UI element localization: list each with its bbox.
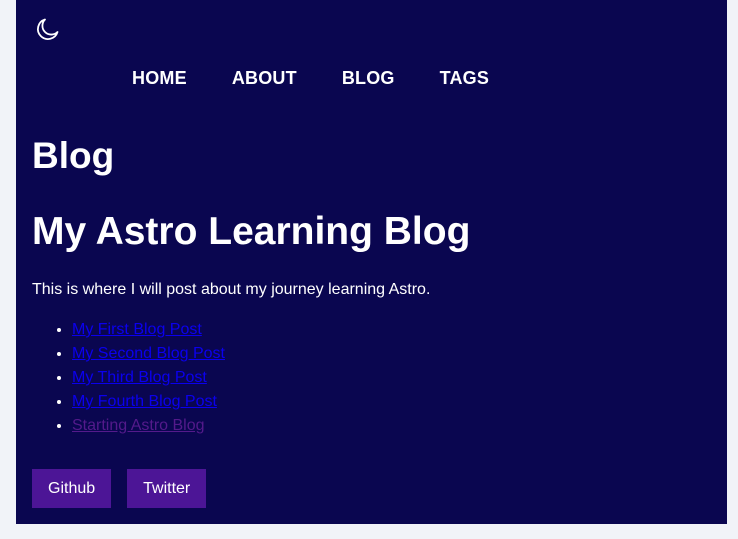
list-item: My First Blog Post	[72, 318, 225, 342]
post-link-fourth[interactable]: My Fourth Blog Post	[72, 393, 217, 410]
list-item: Starting Astro Blog	[72, 414, 225, 438]
nav-link-home[interactable]: HOME	[132, 68, 187, 88]
post-list: My First Blog Post My Second Blog Post M…	[32, 318, 225, 438]
moon-icon	[37, 18, 59, 40]
page-heading: Blog	[32, 135, 115, 176]
blog-title: My Astro Learning Blog	[32, 210, 471, 253]
nav-link-about[interactable]: ABOUT	[232, 68, 297, 88]
twitter-button[interactable]: Twitter	[127, 469, 207, 508]
post-link-second[interactable]: My Second Blog Post	[72, 345, 225, 362]
nav-link-blog[interactable]: BLOG	[342, 68, 395, 88]
list-item: My Fourth Blog Post	[72, 390, 225, 414]
post-link-third[interactable]: My Third Blog Post	[72, 369, 207, 386]
github-button[interactable]: Github	[32, 469, 112, 508]
theme-toggle-button[interactable]	[34, 15, 62, 43]
main-nav: HOME ABOUT BLOG TAGS	[132, 68, 489, 88]
social-links: Github Twitter	[32, 469, 222, 508]
list-item: My Third Blog Post	[72, 366, 225, 390]
nav-link-tags[interactable]: TAGS	[440, 68, 489, 88]
page-container: HOME ABOUT BLOG TAGS Blog My Astro Learn…	[16, 0, 727, 524]
blog-intro: This is where I will post about my journ…	[32, 281, 431, 298]
post-link-first[interactable]: My First Blog Post	[72, 321, 202, 338]
list-item: My Second Blog Post	[72, 342, 225, 366]
post-link-starting-astro[interactable]: Starting Astro Blog	[72, 417, 205, 434]
